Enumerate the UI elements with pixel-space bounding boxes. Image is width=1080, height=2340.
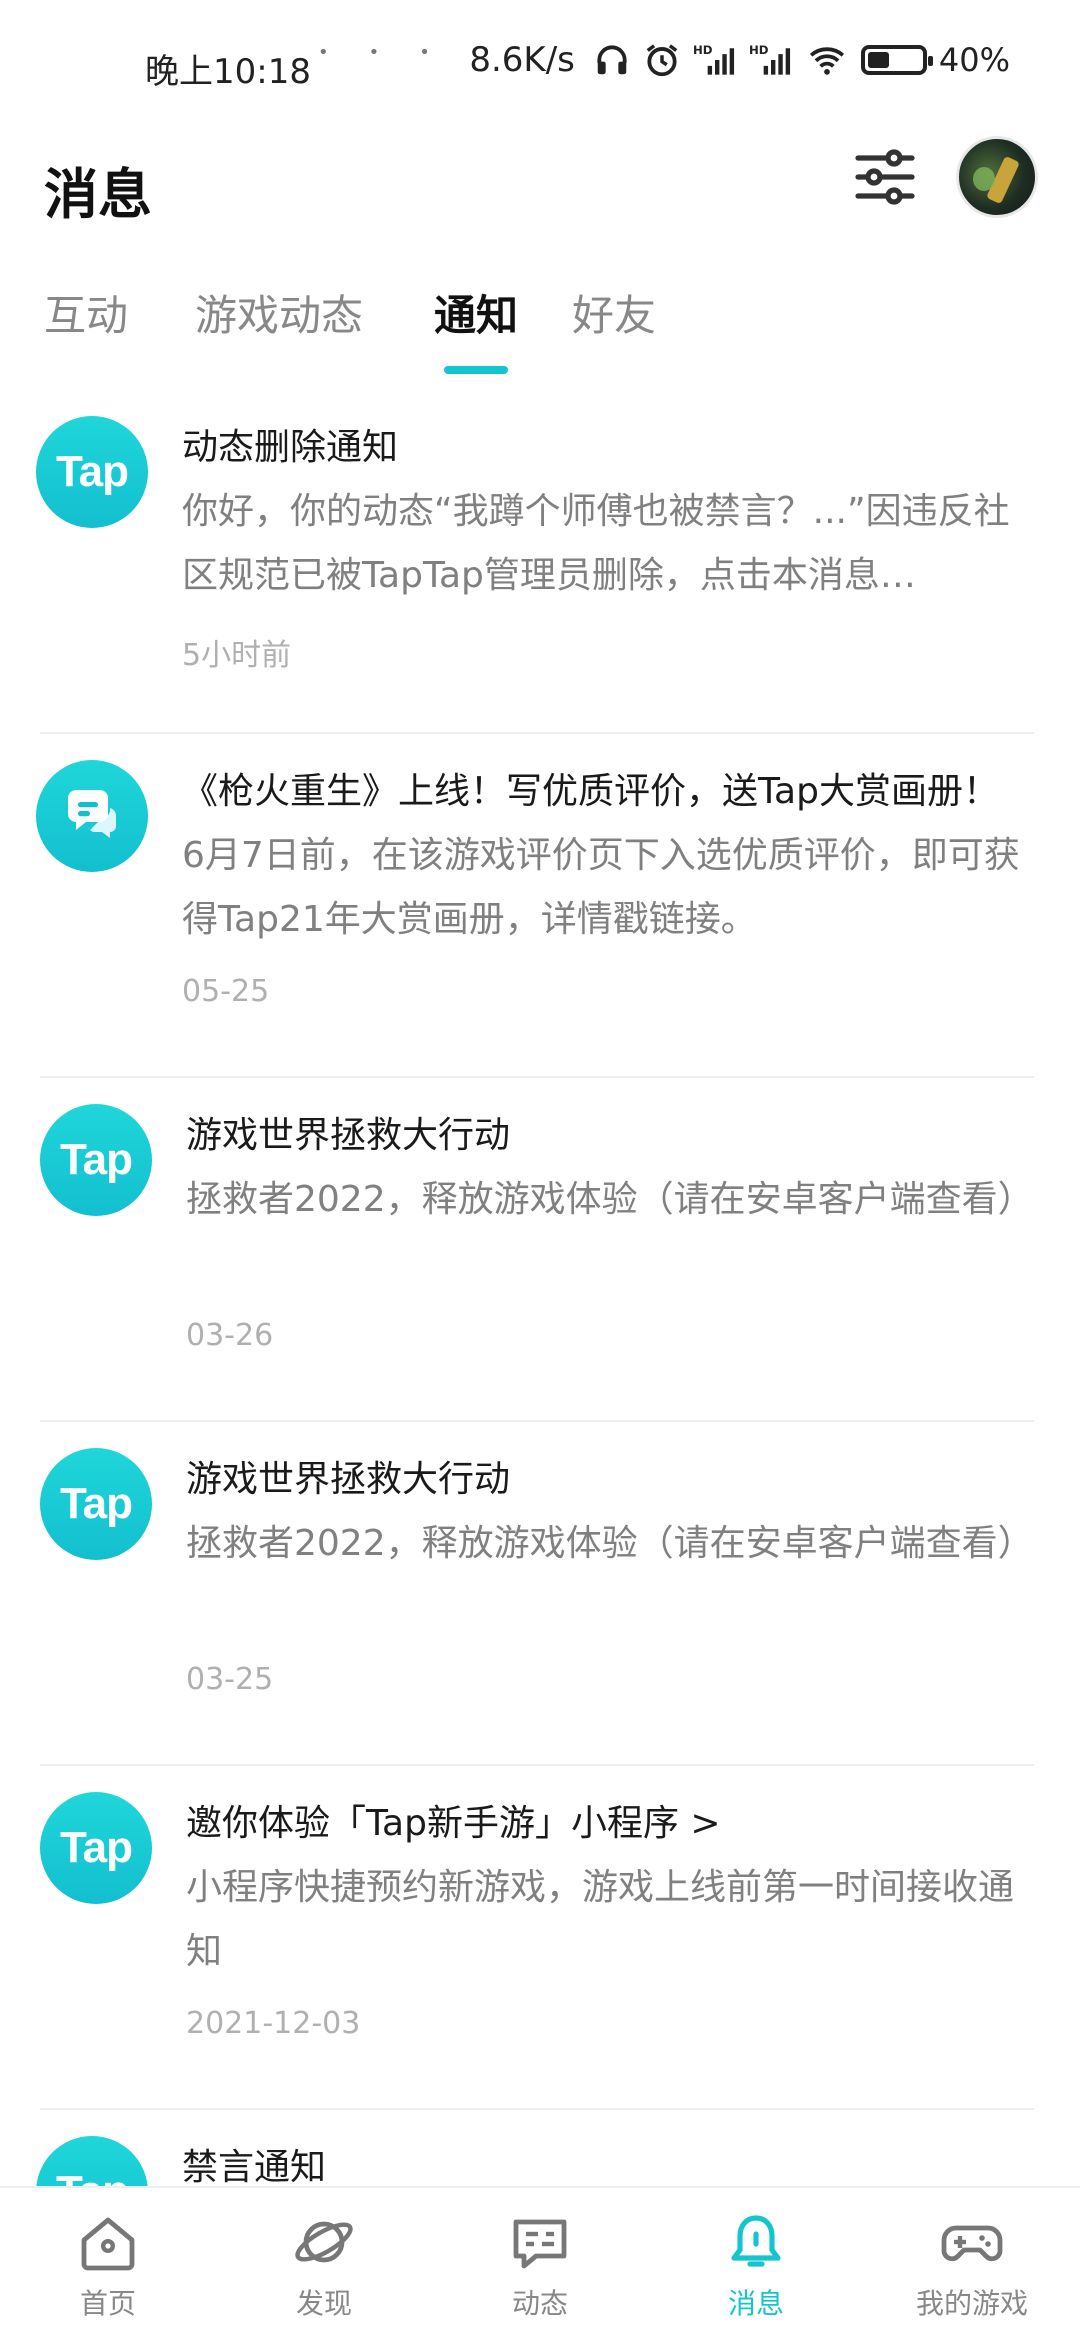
- nav-discover[interactable]: 发现: [216, 2188, 432, 2340]
- notification-list: Tap 动态删除通知 你好，你的动态“我蹲个师傅也被禁言？...”因违反社区规范…: [0, 390, 1080, 2340]
- taptap-logo: Tap: [40, 1448, 152, 1560]
- alarm-icon: [643, 41, 681, 79]
- taptap-logo: Tap: [40, 1792, 152, 1904]
- tab-bar: 互动 游戏动态 通知 好友: [0, 282, 1080, 382]
- gamepad-icon: [941, 2225, 1003, 2262]
- notification-body: 你好，你的动态“我蹲个师傅也被禁言？...”因违反社区规范已被TapTap管理员…: [182, 491, 1010, 596]
- avatar[interactable]: [956, 136, 1038, 218]
- notification-time: 03-26: [186, 1318, 274, 1353]
- header: 消息: [0, 128, 1080, 288]
- tab-game-news[interactable]: 游戏动态: [195, 282, 363, 343]
- notification-time: 5小时前: [182, 638, 292, 673]
- page-title: 消息: [44, 163, 152, 226]
- status-bar: 晚上10:18 ••• 8.6K/s HD HD 40%: [0, 0, 1080, 128]
- headset-icon: [593, 41, 631, 79]
- list-item[interactable]: 《枪火重生》上线！写优质评价，送Tap大赏画册！ 6月7日前，在该游戏评价页下入…: [0, 734, 1080, 1078]
- battery-text: 40%: [938, 41, 1010, 79]
- notification-body: 拯救者2022，释放游戏体验（请在安卓客户端查看）: [186, 1523, 1034, 1564]
- status-right: 8.6K/s HD HD 40%: [469, 40, 1010, 80]
- taptap-logo: Tap: [40, 1104, 152, 1216]
- hd-signal-icon: HD: [749, 41, 793, 79]
- nav-label: 消息: [727, 2287, 784, 2320]
- planet-icon: [295, 2221, 353, 2263]
- list-item[interactable]: Tap 游戏世界拯救大行动 拯救者2022，释放游戏体验（请在安卓客户端查看） …: [0, 1078, 1080, 1422]
- nav-home[interactable]: 首页: [0, 2188, 216, 2340]
- notification-time: 03-25: [186, 1662, 274, 1697]
- list-item[interactable]: Tap 游戏世界拯救大行动 拯救者2022，释放游戏体验（请在安卓客户端查看） …: [0, 1422, 1080, 1766]
- taptap-logo-text: Tap: [60, 1479, 133, 1528]
- nav-feed[interactable]: 动态: [432, 2188, 648, 2340]
- battery-icon: [860, 45, 933, 75]
- bell-icon: [731, 2215, 781, 2267]
- filter-button[interactable]: [852, 144, 918, 210]
- nav-label: 发现: [295, 2287, 352, 2320]
- list-item[interactable]: Tap 动态删除通知 你好，你的动态“我蹲个师傅也被禁言？...”因违反社区规范…: [0, 390, 1080, 734]
- notification-title: 邀你体验「Tap新手游」小程序 >: [186, 1803, 721, 1844]
- sliders-icon: [855, 149, 915, 205]
- nav-label: 动态: [511, 2287, 568, 2320]
- notification-title: 禁言通知: [182, 2147, 327, 2188]
- taptap-logo: Tap: [36, 416, 148, 528]
- wifi-icon: [805, 41, 849, 79]
- notification-title: 游戏世界拯救大行动: [186, 1115, 511, 1156]
- svg-text:HD: HD: [693, 43, 713, 57]
- nav-label: 首页: [79, 2287, 136, 2320]
- battery-fill: [867, 52, 889, 68]
- home-icon: [81, 2217, 135, 2271]
- status-time: 晚上10:18: [145, 52, 311, 92]
- message-square-icon: [513, 2219, 567, 2269]
- screen: 晚上10:18 ••• 8.6K/s HD HD 40% 消息 互动 游戏动态 …: [0, 0, 1080, 2340]
- net-speed: 8.6K/s: [469, 40, 575, 80]
- svg-text:HD: HD: [749, 43, 769, 57]
- nav-messages[interactable]: 消息: [648, 2188, 864, 2340]
- nav-my-games[interactable]: 我的游戏: [864, 2188, 1080, 2340]
- taptap-logo-text: Tap: [56, 447, 129, 496]
- notification-body: 6月7日前，在该游戏评价页下入选优质评价，即可获得Tap21年大赏画册，详情戳链…: [182, 835, 1020, 940]
- tab-active-indicator: [444, 366, 508, 374]
- notification-title: 动态删除通知: [182, 427, 399, 468]
- tab-friends[interactable]: 好友: [572, 282, 656, 343]
- notification-time: 05-25: [182, 974, 270, 1009]
- tab-interaction[interactable]: 互动: [44, 282, 128, 343]
- notification-title: 《枪火重生》上线！写优质评价，送Tap大赏画册！: [182, 771, 999, 812]
- bottom-nav: 首页 发现 动态 消息 我的游戏: [0, 2186, 1080, 2340]
- notification-title: 游戏世界拯救大行动: [186, 1459, 511, 1500]
- notification-time: 2021-12-03: [186, 2006, 361, 2041]
- taptap-logo-text: Tap: [60, 1823, 133, 1872]
- hd-signal-icon: HD: [693, 41, 737, 79]
- nav-label: 我的游戏: [915, 2287, 1028, 2320]
- taptap-logo-text: Tap: [60, 1135, 133, 1184]
- tab-notifications[interactable]: 通知: [434, 282, 518, 343]
- notification-body: 拯救者2022，释放游戏体验（请在安卓客户端查看）: [186, 1179, 1034, 1220]
- list-item[interactable]: Tap 邀你体验「Tap新手游」小程序 > 小程序快捷预约新游戏，游戏上线前第一…: [0, 1766, 1080, 2110]
- notification-body: 小程序快捷预约新游戏，游戏上线前第一时间接收通知: [186, 1867, 1015, 1972]
- chat-bubble-icon: [36, 760, 148, 872]
- status-notification-dots: •••: [318, 42, 470, 63]
